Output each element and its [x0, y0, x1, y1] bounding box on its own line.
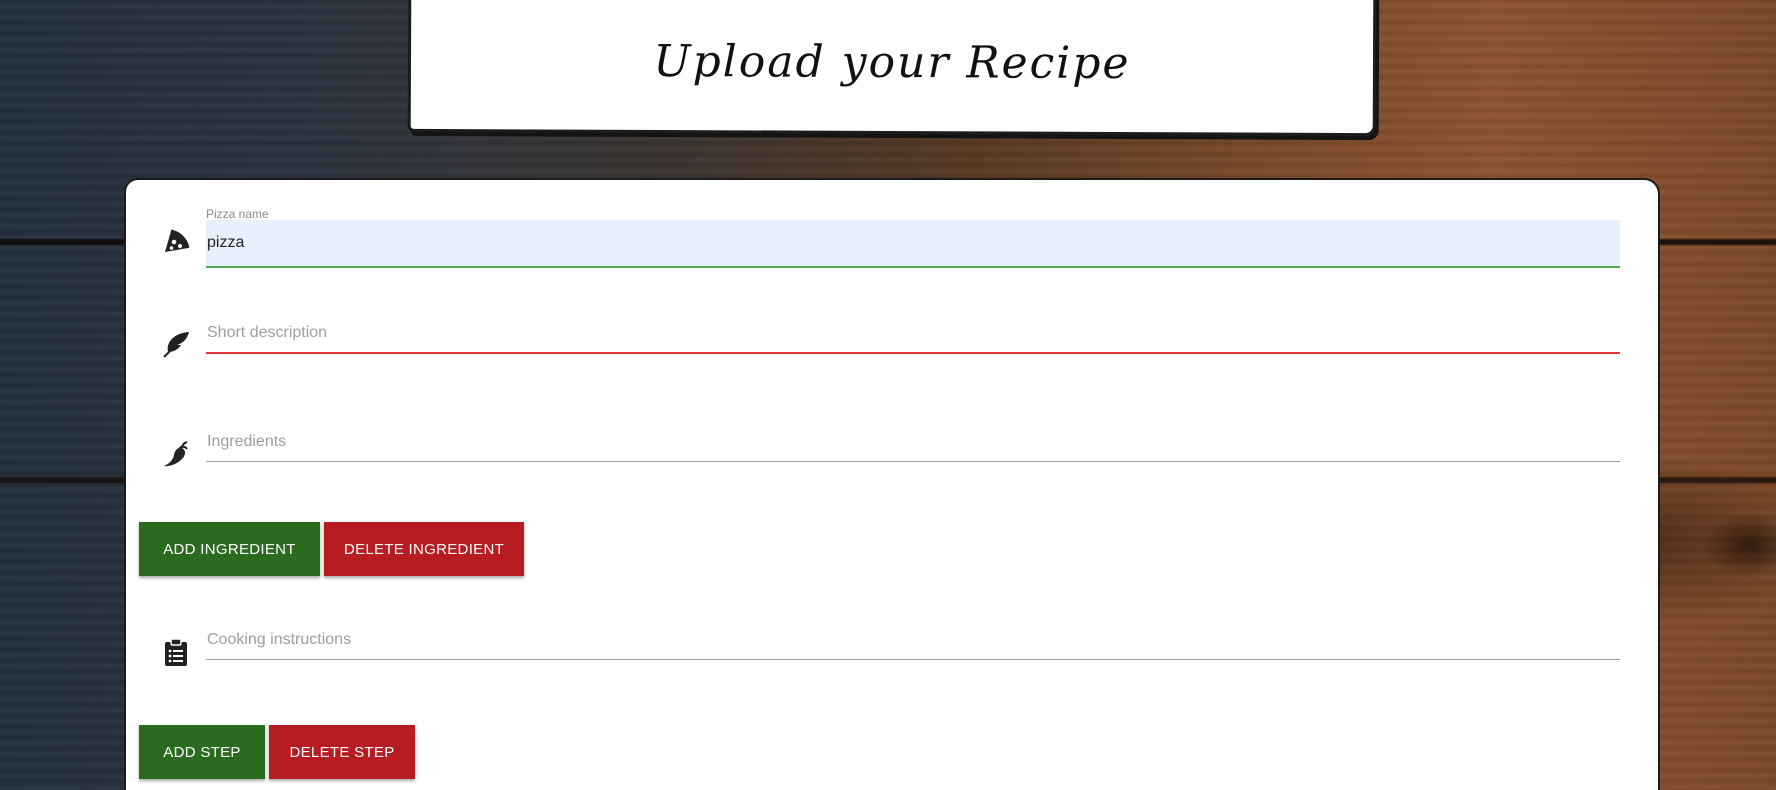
- ingredients-field[interactable]: Ingredients: [206, 423, 1620, 462]
- delete-step-button[interactable]: DELETE STEP: [269, 725, 415, 779]
- short-description-field[interactable]: Short description: [206, 314, 1620, 354]
- cooking-instructions-input[interactable]: Cooking instructions: [206, 621, 1620, 659]
- clipboard-list-icon: [160, 636, 192, 668]
- feather-icon: [160, 328, 192, 360]
- delete-ingredient-button[interactable]: DELETE INGREDIENT: [324, 522, 524, 576]
- pizza-name-input[interactable]: pizza: [206, 220, 1620, 266]
- ingredients-input[interactable]: Ingredients: [206, 423, 1620, 461]
- cooking-instructions-underline: [206, 659, 1620, 660]
- add-ingredient-button[interactable]: ADD INGREDIENT: [139, 522, 320, 576]
- header-card: Upload your Recipe: [407, 0, 1377, 137]
- ingredients-underline: [206, 461, 1620, 462]
- add-step-button[interactable]: ADD STEP: [139, 725, 265, 779]
- recipe-upload-form: Pizza name pizza Short description Ingre…: [124, 178, 1660, 790]
- pizza-name-label: Pizza name: [206, 207, 269, 221]
- pizza-slice-icon: [160, 225, 192, 257]
- cooking-instructions-field[interactable]: Cooking instructions: [206, 621, 1620, 660]
- pizza-name-field[interactable]: Pizza name pizza: [206, 207, 1620, 268]
- short-description-input[interactable]: Short description: [206, 314, 1620, 352]
- pizza-name-underline: [206, 266, 1620, 268]
- short-description-underline: [206, 352, 1620, 354]
- pepper-icon: [160, 438, 192, 470]
- page-title: Upload your Recipe: [653, 35, 1131, 90]
